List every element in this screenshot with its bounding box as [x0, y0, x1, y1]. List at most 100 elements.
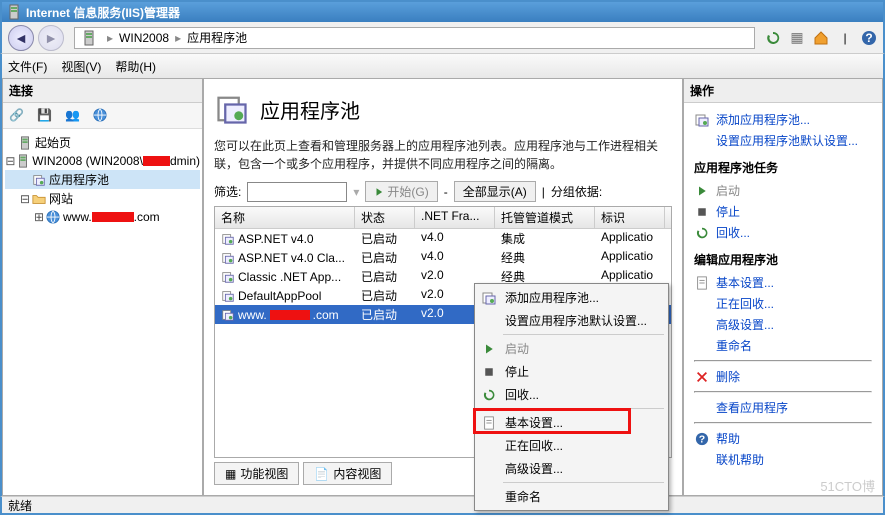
- play-icon: [694, 183, 710, 199]
- ctx-advanced[interactable]: 高级设置...: [477, 457, 666, 480]
- connections-header: 连接: [3, 79, 202, 103]
- content-view-tab[interactable]: 📄内容视图: [303, 462, 392, 485]
- pool-icon: [221, 232, 235, 246]
- stop-icon: [481, 364, 497, 380]
- ctx-set-defaults[interactable]: 设置应用程序池默认设置...: [477, 309, 666, 332]
- table-row[interactable]: ASP.NET v4.0已启动v4.0集成Applicatio: [215, 229, 671, 248]
- connections-pane: 连接 🔗 💾 👥 起始页 ⊟WIN2008 (WIN2008\dmin) 应用程…: [2, 78, 203, 496]
- filter-input[interactable]: [247, 182, 347, 202]
- tree-sites[interactable]: ⊟网站: [5, 189, 200, 208]
- table-row[interactable]: ASP.NET v4.0 Cla...已启动v4.0经典Applicatio: [215, 248, 671, 267]
- connections-toolbar: 🔗 💾 👥: [3, 103, 202, 129]
- status-text: 就绪: [8, 497, 32, 514]
- filter-label: 筛选:: [214, 183, 241, 200]
- menu-file[interactable]: 文件(F): [8, 58, 47, 75]
- play-icon: [481, 341, 497, 357]
- pool-icon: [221, 289, 235, 303]
- back-button[interactable]: ◄: [8, 25, 34, 51]
- add-pool-icon: [694, 112, 710, 128]
- app-pools-icon: [214, 91, 250, 127]
- ctx-start: 启动: [477, 337, 666, 360]
- connect-icon[interactable]: 🔗: [9, 108, 25, 124]
- action-rename[interactable]: 重命名: [694, 335, 872, 356]
- window-title: Internet 信息服务(IIS)管理器: [26, 4, 180, 21]
- breadcrumb-node[interactable]: 应用程序池: [187, 29, 247, 46]
- filter-bar: 筛选: ▾ 开始(G) - 全部显示(A) | 分组依据:: [214, 181, 672, 202]
- edit-header: 编辑应用程序池: [694, 251, 872, 268]
- action-recycling[interactable]: 正在回收...: [694, 293, 872, 314]
- menu-help[interactable]: 帮助(H): [115, 58, 156, 75]
- menu-view[interactable]: 视图(V): [61, 58, 101, 75]
- play-icon: [374, 187, 384, 197]
- action-add-pool[interactable]: 添加应用程序池...: [694, 109, 872, 130]
- recycle-icon: [694, 225, 710, 241]
- action-basic[interactable]: 基本设置...: [694, 272, 872, 293]
- col-pipe[interactable]: 托管管道模式: [495, 207, 595, 228]
- x-icon: [694, 369, 710, 385]
- watermark: 51CTO博: [820, 476, 875, 495]
- ctx-rename[interactable]: 重命名: [477, 485, 666, 508]
- features-icon: ▦: [225, 467, 236, 481]
- tree-start-page[interactable]: 起始页: [5, 133, 200, 152]
- show-all-button[interactable]: 全部显示(A): [454, 181, 536, 202]
- groupby-label: 分组依据:: [551, 183, 602, 200]
- ctx-recycling[interactable]: 正在回收...: [477, 434, 666, 457]
- page-title: 应用程序池: [260, 95, 360, 124]
- action-stop[interactable]: 停止: [694, 201, 872, 222]
- action-help[interactable]: 帮助: [694, 428, 872, 449]
- col-id[interactable]: 标识: [595, 207, 665, 228]
- pool-icon: [221, 270, 235, 284]
- doc-icon: [694, 275, 710, 291]
- col-net[interactable]: .NET Fra...: [415, 207, 495, 228]
- ctx-basic[interactable]: 基本设置...: [477, 411, 666, 434]
- remove-conn-icon[interactable]: 👥: [65, 108, 81, 124]
- col-state[interactable]: 状态: [355, 207, 415, 228]
- ctx-add-pool[interactable]: 添加应用程序池...: [477, 286, 666, 309]
- content-icon: 📄: [314, 467, 329, 481]
- tasks-header: 应用程序池任务: [694, 159, 872, 176]
- go-button[interactable]: 开始(G): [365, 181, 437, 202]
- action-delete[interactable]: 删除: [694, 366, 872, 387]
- doc-icon: [481, 415, 497, 431]
- connections-tree: 起始页 ⊟WIN2008 (WIN2008\dmin) 应用程序池 ⊟网站 ⊞w…: [3, 129, 202, 230]
- action-start[interactable]: 启动: [694, 180, 872, 201]
- stop-icon: [694, 204, 710, 220]
- refresh-icon[interactable]: [765, 30, 781, 46]
- server-icon: [81, 30, 97, 46]
- ctx-recycle[interactable]: 回收...: [477, 383, 666, 406]
- menu-bar: 文件(F) 视图(V) 帮助(H): [0, 54, 885, 78]
- action-advanced[interactable]: 高级设置...: [694, 314, 872, 335]
- features-view-tab[interactable]: ▦功能视图: [214, 462, 299, 485]
- add-pool-icon: [481, 290, 497, 306]
- grid-header: 名称 状态 .NET Fra... 托管管道模式 标识: [215, 207, 671, 229]
- tree-server[interactable]: ⊟WIN2008 (WIN2008\dmin): [5, 152, 200, 170]
- pool-icon: [221, 251, 235, 265]
- save-icon[interactable]: 💾: [37, 108, 53, 124]
- action-online-help[interactable]: 联机帮助: [694, 449, 872, 470]
- breadcrumb[interactable]: ▸ WIN2008 ▸ 应用程序池: [74, 27, 755, 49]
- pool-icon: [221, 308, 235, 322]
- action-recycle[interactable]: 回收...: [694, 222, 872, 243]
- tree-app-pools[interactable]: 应用程序池: [5, 170, 200, 189]
- page-description: 您可以在此页上查看和管理服务器上的应用程序池列表。应用程序池与工作进程相关联，包…: [214, 137, 672, 173]
- tree-site-1[interactable]: ⊞www..com: [5, 208, 200, 226]
- action-set-defaults[interactable]: 设置应用程序池默认设置...: [694, 130, 872, 151]
- stop-conn-icon[interactable]: [93, 108, 109, 124]
- ctx-stop[interactable]: 停止: [477, 360, 666, 383]
- breadcrumb-host[interactable]: WIN2008: [119, 31, 169, 45]
- tree-mode-icon[interactable]: ▦: [789, 30, 805, 46]
- recycle-icon: [481, 387, 497, 403]
- col-name[interactable]: 名称: [215, 207, 355, 228]
- title-bar: Internet 信息服务(IIS)管理器: [0, 0, 885, 22]
- nav-bar: ◄ ► ▸ WIN2008 ▸ 应用程序池 ▦ |: [0, 22, 885, 54]
- help-icon[interactable]: [861, 30, 877, 46]
- actions-pane: 操作 添加应用程序池... 设置应用程序池默认设置... 应用程序池任务 启动 …: [683, 78, 883, 496]
- home-icon[interactable]: [813, 30, 829, 46]
- help-icon: [694, 431, 710, 447]
- app-icon: [6, 4, 22, 20]
- action-view-apps[interactable]: 查看应用程序: [694, 397, 872, 418]
- actions-header: 操作: [684, 79, 882, 103]
- context-menu: 添加应用程序池... 设置应用程序池默认设置... 启动 停止 回收... 基本…: [474, 283, 669, 511]
- status-bar: 就绪: [0, 496, 885, 515]
- forward-button[interactable]: ►: [38, 25, 64, 51]
